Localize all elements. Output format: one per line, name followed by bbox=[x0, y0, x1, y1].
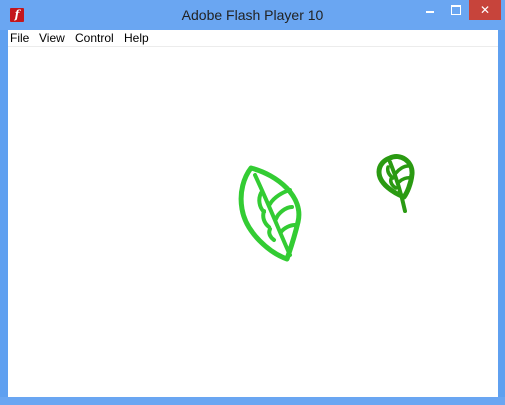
menu-help[interactable]: Help bbox=[124, 31, 149, 45]
close-icon: ✕ bbox=[479, 3, 491, 17]
large-leaf-icon bbox=[238, 165, 302, 262]
menu-control[interactable]: Control bbox=[75, 31, 114, 45]
flash-player-window: f Adobe Flash Player 10 ✕ File View Cont… bbox=[0, 0, 505, 405]
close-button[interactable]: ✕ bbox=[469, 0, 501, 20]
window-bottom-border bbox=[0, 397, 505, 405]
minimize-icon bbox=[426, 11, 434, 13]
menu-view[interactable]: View bbox=[39, 31, 65, 45]
stage-canvas bbox=[238, 154, 415, 262]
maximize-icon bbox=[451, 5, 461, 15]
maximize-button[interactable] bbox=[443, 0, 469, 20]
minimize-button[interactable] bbox=[417, 0, 443, 20]
small-leaf-icon bbox=[376, 154, 415, 213]
menu-bar: File View Control Help bbox=[8, 30, 498, 47]
flash-stage[interactable] bbox=[8, 47, 498, 397]
menu-file[interactable]: File bbox=[10, 31, 29, 45]
title-bar[interactable]: f Adobe Flash Player 10 ✕ bbox=[0, 0, 505, 30]
